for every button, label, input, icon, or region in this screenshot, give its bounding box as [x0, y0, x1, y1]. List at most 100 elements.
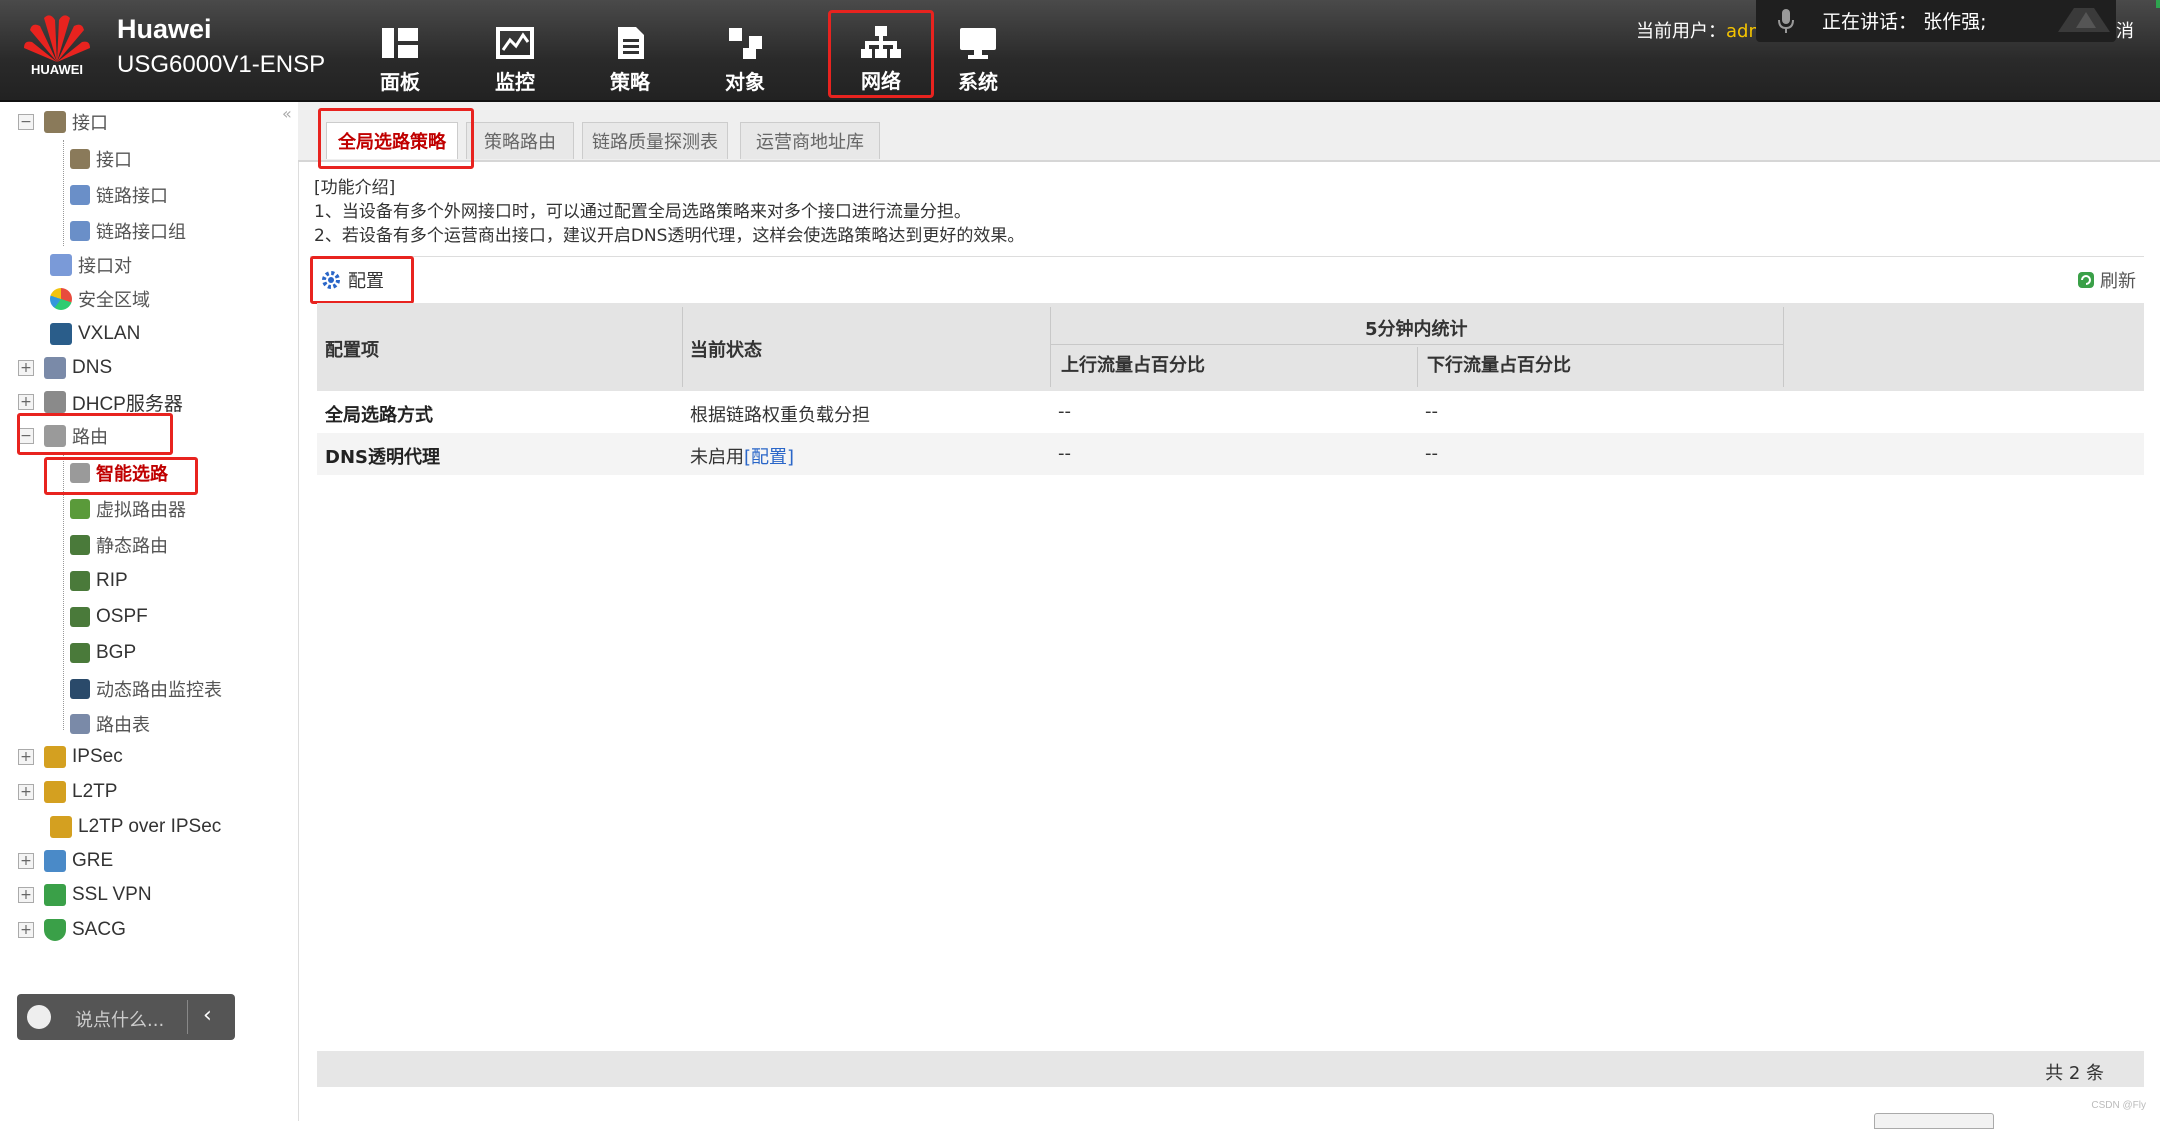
route-monitor-icon: [70, 679, 90, 699]
tree-label: 链路接口: [96, 186, 168, 207]
tab-policy-route[interactable]: 策略路由: [466, 122, 574, 159]
expand-icon[interactable]: +: [18, 394, 34, 410]
collapse-icon[interactable]: −: [18, 114, 34, 130]
talk-speaker: 张作强;: [1923, 11, 1987, 33]
expand-icon[interactable]: +: [18, 749, 34, 765]
header-divider: [1783, 307, 1784, 387]
dns-icon: [44, 357, 66, 379]
tree-node-ospf[interactable]: OSPF: [70, 601, 148, 633]
nav-policy-label: 策略: [610, 70, 650, 94]
header-status: 当前状态: [690, 340, 762, 361]
tree-label: 接口对: [78, 256, 132, 277]
intro-line-2: 2、若设备有多个运营商出接口，建议开启DNS透明代理，这样会使选路策略达到更好的…: [314, 226, 1025, 246]
configure-link[interactable]: [配置]: [744, 447, 794, 468]
static-route-icon: [70, 535, 90, 555]
brand: Huawei USG6000V1-ENSP: [117, 14, 325, 79]
gre-icon: [44, 850, 66, 872]
tree-label: GRE: [72, 850, 114, 871]
system-icon: [960, 28, 996, 59]
tree-node-static-route[interactable]: 静态路由: [70, 529, 168, 561]
tree-label: 接口: [96, 150, 132, 171]
status-text: 未启用: [690, 447, 744, 468]
cell-config-item: DNS透明代理: [325, 447, 440, 468]
tree-node-ipsec[interactable]: + IPSec: [18, 741, 123, 773]
tree-node-vxlan[interactable]: VXLAN: [50, 318, 140, 350]
tree-node-l2tp-over-ipsec[interactable]: L2TP over IPSec: [50, 811, 221, 843]
nav-dashboard[interactable]: 面板: [350, 14, 450, 94]
tree-node-dns[interactable]: + DNS: [18, 352, 112, 384]
intro-title: [功能介绍]: [314, 178, 396, 198]
device-model: USG6000V1-ENSP: [117, 51, 326, 78]
toolbar: 配置 刷新: [310, 256, 2144, 301]
nav-object[interactable]: 对象: [695, 14, 795, 94]
tree-label: DNS: [72, 357, 113, 378]
chat-placeholder[interactable]: 说点什么...: [75, 1006, 164, 1032]
header-divider: [1050, 307, 1051, 387]
tree-label: 静态路由: [96, 536, 168, 557]
tree-node-gre[interactable]: + GRE: [18, 845, 113, 877]
tree-node-interface-pair[interactable]: 接口对: [50, 249, 132, 281]
tree-node-ssl-vpn[interactable]: + SSL VPN: [18, 879, 152, 911]
current-user: 当前用户：adm: [1636, 17, 1766, 43]
logout-fragment[interactable]: 消: [2116, 17, 2134, 43]
tree-label: IPSec: [72, 746, 123, 767]
expand-icon[interactable]: +: [18, 922, 34, 938]
tree-node-dynamic-route-monitor[interactable]: 动态路由监控表: [70, 673, 222, 705]
expand-icon[interactable]: +: [18, 360, 34, 376]
nav-system-label: 系统: [958, 70, 998, 94]
microphone-icon[interactable]: [1776, 8, 1796, 34]
tree-node-link-interface-group[interactable]: 链路接口组: [70, 215, 186, 247]
table-row[interactable]: DNS透明代理 未启用[配置] -- --: [317, 433, 2144, 475]
nav-system[interactable]: 系统: [928, 14, 1028, 94]
chat-input-box[interactable]: 说点什么... ‹: [17, 994, 235, 1040]
tree-label: L2TP over IPSec: [78, 816, 222, 837]
monitor-icon: [496, 27, 534, 59]
tree-label: 虚拟路由器: [96, 500, 186, 521]
refresh-icon: [2078, 272, 2094, 288]
dhcp-icon: [44, 391, 66, 413]
emoji-icon[interactable]: [27, 1005, 51, 1029]
tree-node-interface-group[interactable]: − 接口: [18, 106, 108, 138]
tree-node-interface[interactable]: 接口: [70, 143, 132, 175]
table-footer: 共 2 条: [317, 1051, 2144, 1087]
tree-node-route-table[interactable]: 路由表: [70, 708, 150, 740]
expand-icon[interactable]: +: [18, 784, 34, 800]
tree-label: VXLAN: [78, 323, 141, 344]
route-table-icon: [70, 714, 90, 734]
tab-link-quality[interactable]: 链路质量探测表: [582, 122, 728, 159]
ssl-vpn-icon: [44, 884, 66, 906]
table-header: 配置项 当前状态 5分钟内统计 上行流量占百分比 下行流量占百分比: [317, 303, 2144, 391]
refresh-label: 刷新: [2100, 271, 2136, 292]
tree-node-bgp[interactable]: BGP: [70, 637, 136, 669]
tree-label: L2TP: [72, 781, 118, 802]
bottom-button[interactable]: [1874, 1113, 1994, 1129]
refresh-button[interactable]: 刷新: [2076, 267, 2136, 293]
chevron-left-icon[interactable]: ‹: [203, 1003, 212, 1028]
tree-node-l2tp[interactable]: + L2TP: [18, 776, 117, 808]
tree-node-sacg[interactable]: + SACG: [18, 914, 126, 946]
nav-monitor[interactable]: 监控: [465, 14, 565, 94]
expand-icon[interactable]: +: [18, 853, 34, 869]
dashboard-icon: [382, 28, 418, 58]
highlight-route: [17, 413, 173, 455]
tree-node-link-interface[interactable]: 链路接口: [70, 179, 168, 211]
intro-line-1: 1、当设备有多个外网接口时，可以通过配置全局选路策略来对多个接口进行流量分担。: [314, 202, 971, 222]
talk-label: 正在讲话：: [1822, 11, 1918, 33]
interface-pair-icon: [50, 254, 72, 276]
route-policy-table: 配置项 当前状态 5分钟内统计 上行流量占百分比 下行流量占百分比 全局选路方式…: [317, 303, 2144, 475]
tab-isp-address[interactable]: 运营商地址库: [740, 122, 880, 159]
cell-downstream: --: [1425, 443, 1438, 464]
header-5min-stats: 5分钟内统计: [1365, 319, 1468, 340]
expand-icon[interactable]: +: [18, 887, 34, 903]
nav-policy[interactable]: 策略: [580, 14, 680, 94]
collapse-sidebar-icon[interactable]: «: [282, 104, 292, 123]
tab-bar: 全局选路策略 策略路由 链路质量探测表 运营商地址库: [298, 102, 2160, 162]
highlight-config-button: [310, 256, 414, 304]
tree-label: 接口: [72, 113, 108, 134]
shield-icon: [44, 919, 66, 941]
tree-node-virtual-router[interactable]: 虚拟路由器: [70, 493, 186, 525]
tree-node-security-zone[interactable]: 安全区域: [50, 283, 150, 315]
nav-network[interactable]: 网络: [828, 10, 934, 98]
tree-node-rip[interactable]: RIP: [70, 565, 128, 597]
table-row[interactable]: 全局选路方式 根据链路权重负载分担 -- --: [317, 391, 2144, 433]
